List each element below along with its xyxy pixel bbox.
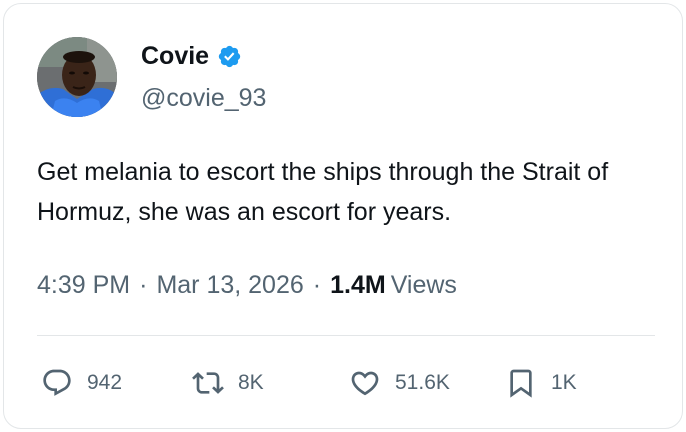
repost-count: 8K — [238, 371, 264, 394]
author-display-name[interactable]: Covie — [141, 40, 209, 72]
repost-button[interactable]: 8K — [192, 364, 264, 402]
reply-count: 942 — [87, 371, 123, 394]
tweet-time[interactable]: 4:39 PM — [37, 268, 130, 302]
bookmark-button[interactable]: 1K — [505, 364, 577, 402]
like-count: 51.6K — [395, 371, 450, 394]
author-handle[interactable]: @covie_93 — [141, 82, 266, 114]
reply-icon — [43, 369, 71, 396]
tweet-meta: 4:39 PM · Mar 13, 2026 · 1.4M Views — [37, 268, 457, 302]
meta-separator: · — [312, 271, 322, 299]
avatar-image — [37, 37, 117, 117]
bookmark-count: 1K — [551, 371, 577, 394]
repost-icon — [192, 372, 224, 394]
views-label: Views — [390, 271, 457, 299]
reply-button[interactable]: 942 — [41, 364, 122, 402]
like-button[interactable]: 51.6K — [349, 364, 450, 402]
heart-icon — [351, 371, 379, 396]
meta-separator: · — [139, 271, 148, 299]
tweet-text: Get melania to escort the ships through … — [37, 158, 609, 226]
author-name-row: Covie — [141, 40, 242, 72]
tweet-date[interactable]: Mar 13, 2026 — [156, 268, 303, 302]
bookmark-icon — [510, 369, 532, 398]
verified-badge-icon — [218, 45, 241, 67]
views-count[interactable]: 1.4M — [330, 268, 386, 302]
divider — [37, 335, 655, 336]
avatar[interactable] — [37, 37, 117, 117]
tweet-card: Covie @covie_93 Get melania to escort th… — [3, 3, 683, 429]
